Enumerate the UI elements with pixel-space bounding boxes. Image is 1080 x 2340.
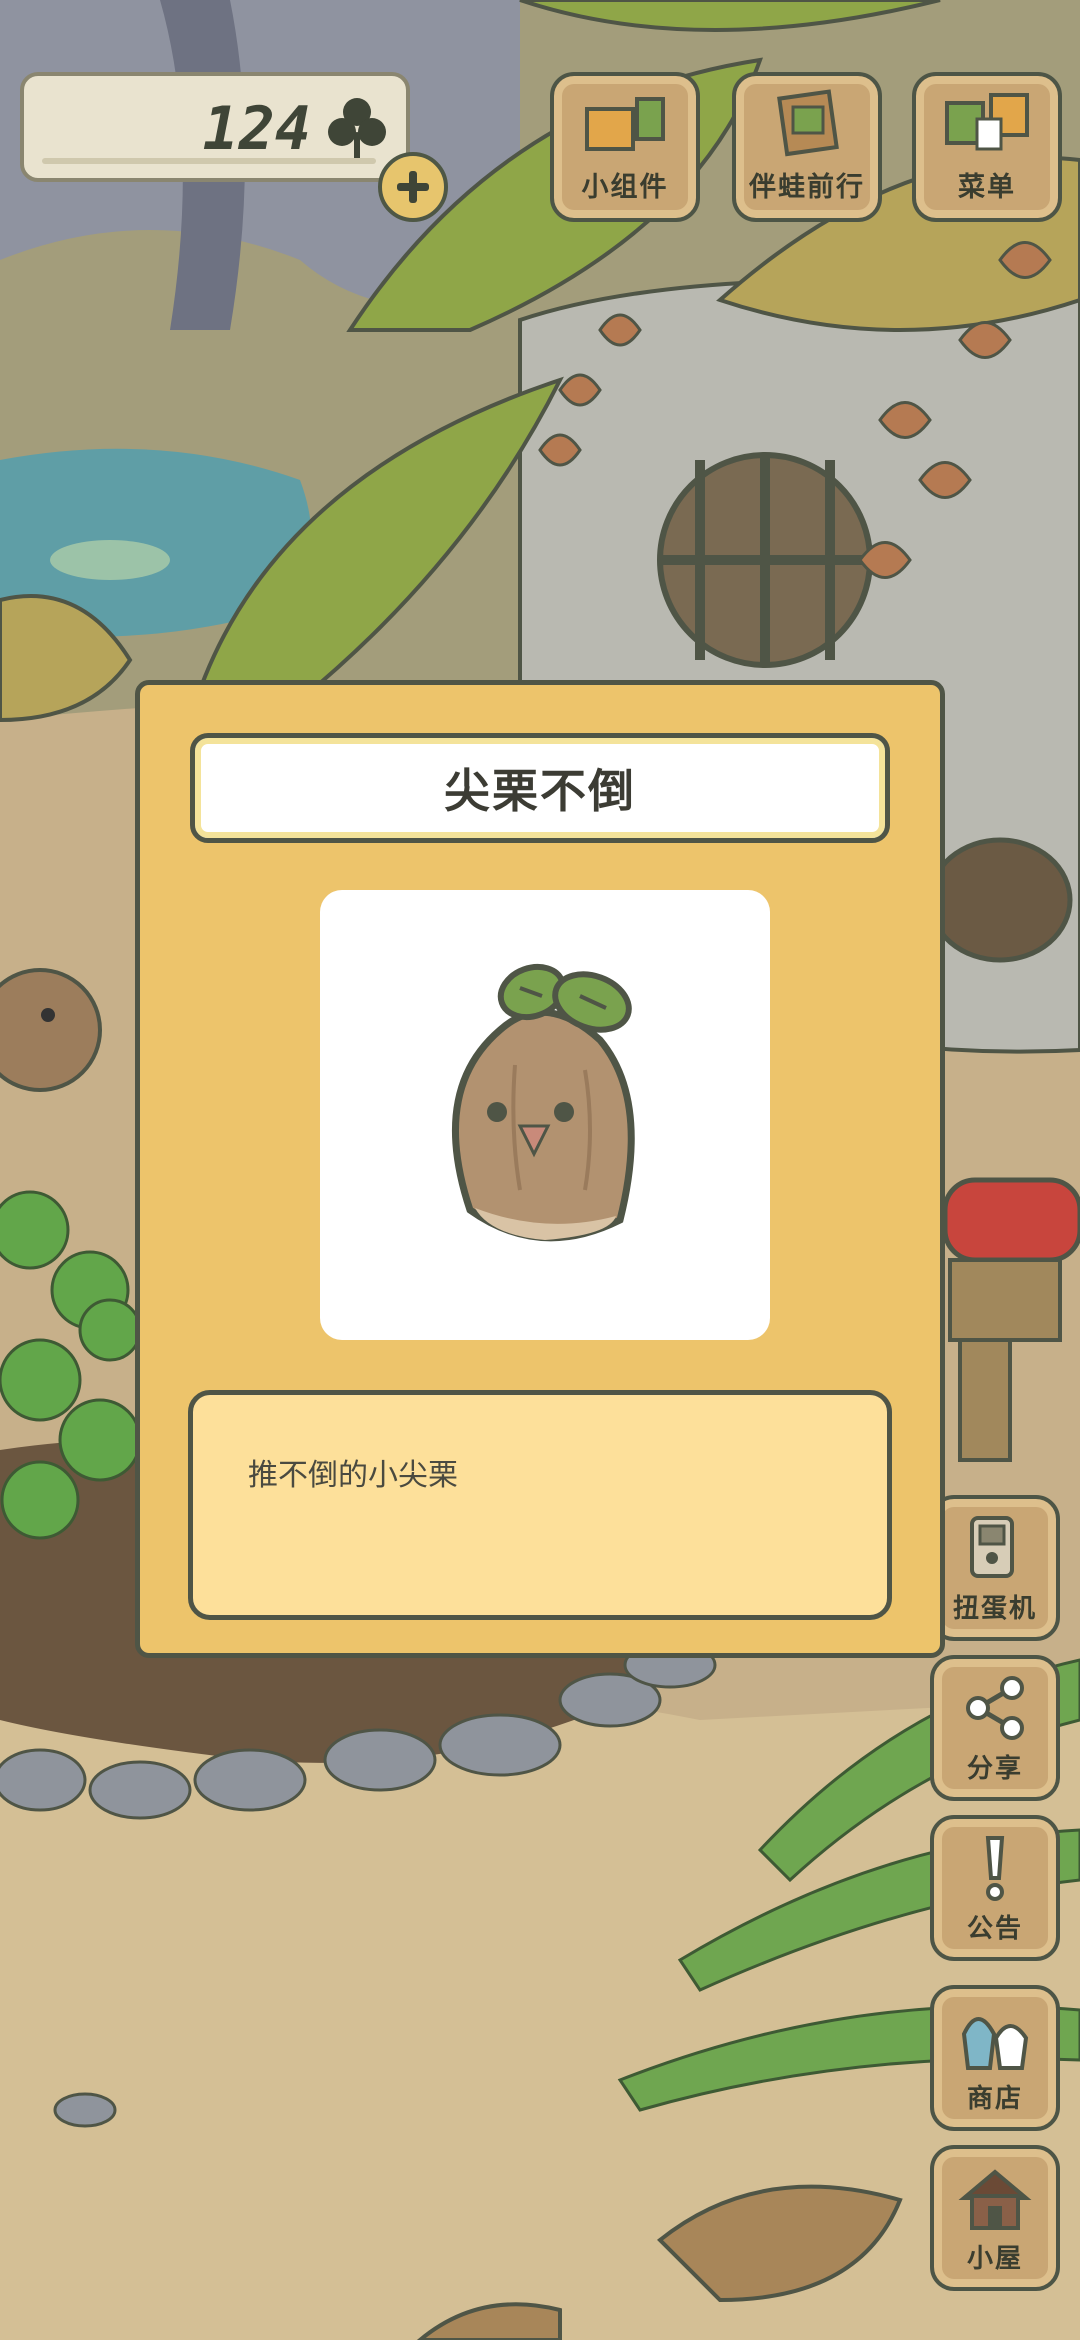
shop-bags-icon	[961, 2017, 1029, 2070]
notice-label: 公告	[966, 1914, 1023, 1944]
menu-button[interactable]: 菜单	[912, 72, 1062, 222]
house-label: 小屋	[966, 2244, 1023, 2274]
frog-journey-icon	[777, 89, 839, 157]
notice-button[interactable]: 公告	[930, 1815, 1060, 1961]
share-button[interactable]: 分享	[930, 1655, 1060, 1801]
shop-label: 商店	[966, 2084, 1023, 2114]
share-icon	[966, 1676, 1024, 1740]
item-description: 推不倒的小尖栗	[248, 1458, 458, 1493]
chestnut-roly-poly-icon	[452, 963, 635, 1242]
add-clover-button[interactable]	[378, 152, 448, 222]
widget-label: 小组件	[581, 172, 669, 203]
item-image-frame	[320, 890, 770, 1340]
widget-button[interactable]: 小组件	[550, 72, 700, 222]
house-button[interactable]: 小屋	[930, 2145, 1060, 2291]
frog-journey-label: 伴蛙前行	[749, 172, 865, 203]
shop-button[interactable]: 商店	[930, 1985, 1060, 2131]
plus-icon	[397, 171, 429, 203]
counter-underline	[42, 158, 376, 164]
gacha-label: 扭蛋机	[952, 1594, 1037, 1624]
clover-counter: 124	[20, 72, 410, 182]
gacha-machine-icon	[970, 1516, 1014, 1578]
gacha-button[interactable]: 扭蛋机	[930, 1495, 1060, 1641]
notice-icon	[985, 1836, 1005, 1901]
menu-label: 菜单	[958, 172, 1016, 203]
item-title: 尖栗不倒	[444, 764, 636, 818]
clover-icon	[328, 98, 386, 162]
menu-cards-icon	[945, 93, 1029, 151]
item-detail-dialog[interactable]: 尖栗不倒 推不倒的小尖栗	[135, 680, 945, 1658]
item-description-box: 推不倒的小尖栗	[188, 1390, 892, 1620]
share-label: 分享	[966, 1754, 1023, 1784]
widget-icon	[585, 97, 665, 151]
house-icon	[958, 2169, 1032, 2230]
item-title-box: 尖栗不倒	[190, 733, 890, 843]
clover-count: 124	[202, 94, 311, 164]
frog-journey-button[interactable]: 伴蛙前行	[732, 72, 882, 222]
